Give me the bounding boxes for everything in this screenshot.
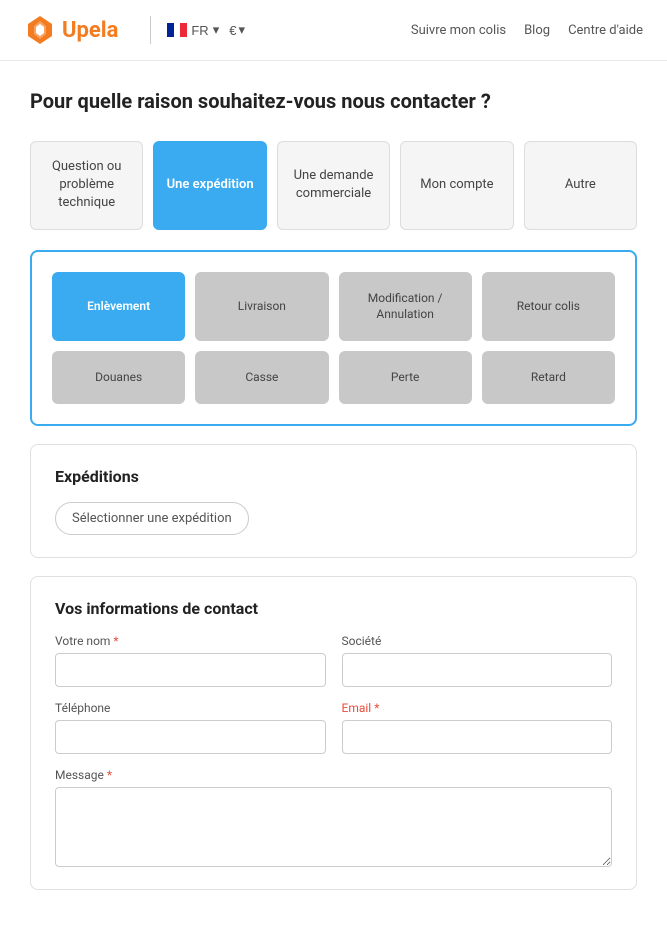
select-expedition-button[interactable]: Sélectionner une expédition — [55, 502, 249, 535]
message-textarea[interactable] — [55, 787, 612, 867]
currency-selector[interactable]: € ▾ — [229, 22, 245, 38]
category-technique[interactable]: Question ou problème technique — [30, 141, 143, 230]
nom-label: Votre nom * — [55, 634, 326, 648]
expeditions-title: Expéditions — [55, 467, 612, 486]
sub-livraison[interactable]: Livraison — [195, 272, 328, 342]
category-expedition[interactable]: Une expédition — [153, 141, 266, 230]
subcategory-panel: Enlèvement Livraison Modification / Annu… — [30, 250, 637, 426]
form-group-telephone: Téléphone — [55, 701, 326, 754]
societe-label: Société — [342, 634, 613, 648]
category-demande[interactable]: Une demande commerciale — [277, 141, 390, 230]
form-row-tel-email: Téléphone Email * — [55, 701, 612, 754]
currency-label: € — [229, 23, 236, 38]
header: Upela FR ▾ € ▾ Suivre mon colis Blog Cen… — [0, 0, 667, 61]
sub-retard[interactable]: Retard — [482, 351, 615, 404]
societe-input[interactable] — [342, 653, 613, 687]
subcategory-grid: Enlèvement Livraison Modification / Annu… — [52, 272, 615, 404]
sub-casse[interactable]: Casse — [195, 351, 328, 404]
category-compte[interactable]: Mon compte — [400, 141, 513, 230]
french-flag-icon — [167, 23, 187, 37]
currency-chevron-icon: ▾ — [238, 22, 245, 38]
nav-blog[interactable]: Blog — [524, 23, 550, 38]
category-autre[interactable]: Autre — [524, 141, 637, 230]
header-nav: Suivre mon colis Blog Centre d'aide — [411, 23, 643, 38]
email-input[interactable] — [342, 720, 613, 754]
form-row-nom-societe: Votre nom * Société — [55, 634, 612, 687]
main-content: Pour quelle raison souhaitez-vous nous c… — [0, 61, 667, 930]
nav-suivre[interactable]: Suivre mon colis — [411, 23, 506, 38]
message-label: Message * — [55, 768, 612, 782]
nav-centre-aide[interactable]: Centre d'aide — [568, 23, 643, 38]
header-divider — [150, 16, 151, 44]
form-group-email: Email * — [342, 701, 613, 754]
lang-chevron-icon: ▾ — [213, 22, 220, 38]
form-group-message: Message * — [55, 768, 612, 867]
sub-retour[interactable]: Retour colis — [482, 272, 615, 342]
contact-title: Vos informations de contact — [55, 599, 612, 618]
page-title: Pour quelle raison souhaitez-vous nous c… — [30, 89, 637, 113]
lang-area: FR ▾ € ▾ — [167, 22, 245, 38]
lang-label: FR — [191, 23, 208, 38]
upela-logo-icon — [24, 14, 56, 46]
logo-text: Upela — [62, 18, 118, 43]
sub-modification[interactable]: Modification / Annulation — [339, 272, 472, 342]
sub-perte[interactable]: Perte — [339, 351, 472, 404]
contact-card: Vos informations de contact Votre nom * … — [30, 576, 637, 890]
form-group-nom: Votre nom * — [55, 634, 326, 687]
telephone-label: Téléphone — [55, 701, 326, 715]
logo-area: Upela — [24, 14, 118, 46]
language-selector[interactable]: FR ▾ — [167, 22, 219, 38]
telephone-input[interactable] — [55, 720, 326, 754]
email-label: Email * — [342, 701, 613, 715]
expeditions-card: Expéditions Sélectionner une expédition — [30, 444, 637, 558]
sub-enlevement[interactable]: Enlèvement — [52, 272, 185, 342]
nom-input[interactable] — [55, 653, 326, 687]
category-grid: Question ou problème technique Une expéd… — [30, 141, 637, 230]
sub-douanes[interactable]: Douanes — [52, 351, 185, 404]
form-group-societe: Société — [342, 634, 613, 687]
